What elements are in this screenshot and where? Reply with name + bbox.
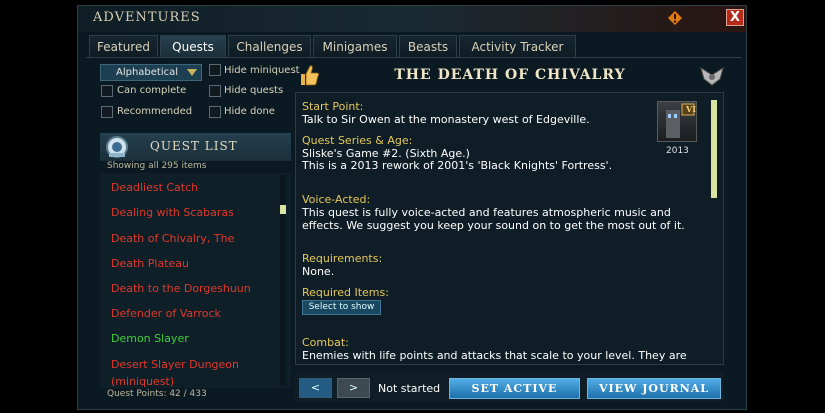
- close-button[interactable]: X: [726, 9, 744, 26]
- requirements-label: Requirements:: [302, 252, 383, 265]
- tab-beasts[interactable]: Beasts: [399, 35, 457, 57]
- tab-divider: [86, 57, 741, 58]
- poster-year: 2013: [666, 146, 689, 156]
- poster-badge: VI: [686, 104, 696, 114]
- voice-acted-line-2: effects. We suggest you keep your sound …: [302, 219, 685, 232]
- quest-status: Not started: [378, 382, 441, 395]
- chevron-down-icon[interactable]: [187, 69, 197, 76]
- combat-icon: [700, 66, 724, 86]
- quest-list-item[interactable]: Demon Slayer: [111, 332, 189, 345]
- voice-acted-line-1: This quest is fully voice-acted and feat…: [302, 206, 671, 219]
- hide-done-checkbox[interactable]: [209, 106, 221, 118]
- tab-challenges[interactable]: Challenges: [228, 35, 311, 57]
- quest-poster-image: VI: [657, 101, 697, 142]
- previous-quest-button[interactable]: <: [299, 378, 332, 398]
- hide-miniquest-checkbox[interactable]: [209, 64, 221, 76]
- can-complete-label: Can complete: [117, 85, 187, 96]
- view-journal-button[interactable]: VIEW JOURNAL: [587, 378, 721, 399]
- recommended-label: Recommended: [117, 106, 193, 117]
- quest-list-item[interactable]: Desert Slayer Dungeon: [111, 358, 239, 371]
- combat-label: Combat:: [302, 336, 349, 349]
- next-quest-button[interactable]: >: [337, 378, 370, 398]
- quest-list-item[interactable]: Death Plateau: [111, 257, 189, 270]
- showing-count: Showing all 295 items: [107, 161, 207, 171]
- combat-line-1: Enemies with life points and attacks tha…: [302, 349, 687, 362]
- series-label: Quest Series & Age:: [302, 134, 413, 147]
- tab-quests[interactable]: Quests: [160, 35, 226, 57]
- quest-list-item[interactable]: Deadliest Catch: [111, 181, 198, 194]
- voice-acted-label: Voice-Acted:: [302, 193, 371, 206]
- recommended-checkbox[interactable]: [101, 106, 113, 118]
- quest-list-item[interactable]: Death of Chivalry, The: [111, 232, 234, 245]
- hide-quests-checkbox[interactable]: [209, 85, 221, 97]
- tab-featured[interactable]: Featured: [89, 35, 158, 57]
- quest-list-title: QUEST LIST: [150, 139, 238, 153]
- hide-miniquest-label: Hide miniquest: [224, 65, 300, 76]
- series-line-2: This is a 2013 rework of 2001's 'Black K…: [302, 159, 613, 172]
- tab-minigames[interactable]: Minigames: [313, 35, 397, 57]
- can-complete-checkbox[interactable]: [101, 85, 113, 97]
- requirements-text: None.: [302, 265, 335, 278]
- quest-list-item[interactable]: Defender of Varrock: [111, 307, 221, 320]
- select-to-show-button[interactable]: Select to show: [302, 300, 381, 315]
- quest-points: Quest Points: 42 / 433: [107, 389, 207, 399]
- warning-icon[interactable]: [668, 11, 682, 25]
- window-title: ADVENTURES: [93, 10, 201, 25]
- quest-list-item[interactable]: Dealing with Scabaras: [111, 206, 234, 219]
- quest-list-icon: [106, 136, 128, 158]
- quest-title: THE DEATH OF CHIVALRY: [394, 67, 626, 83]
- hide-done-label: Hide done: [224, 106, 275, 117]
- set-active-button[interactable]: SET ACTIVE: [449, 378, 580, 399]
- thumbs-up-icon[interactable]: [298, 63, 320, 87]
- quest-list-item[interactable]: Death to the Dorgeshuun: [111, 282, 251, 295]
- quest-list-item[interactable]: (miniquest): [111, 375, 174, 388]
- hide-quests-label: Hide quests: [224, 85, 284, 96]
- start-point-label: Start Point:: [302, 100, 364, 113]
- quest-list-scroll-thumb[interactable]: [280, 205, 286, 214]
- start-point-text: Talk to Sir Owen at the monastery west o…: [302, 113, 590, 126]
- detail-scrollbar[interactable]: [711, 100, 717, 198]
- required-items-label: Required Items:: [302, 286, 389, 299]
- tab-activity-tracker[interactable]: Activity Tracker: [459, 35, 576, 57]
